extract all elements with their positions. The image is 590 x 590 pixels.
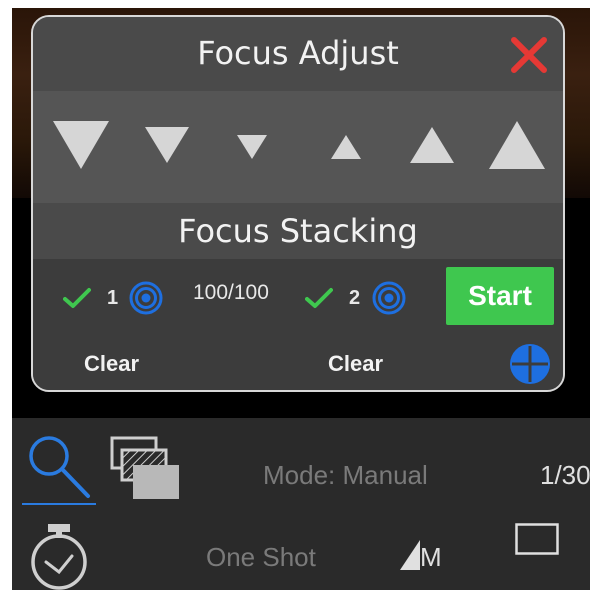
checkmark-icon [63, 288, 91, 308]
clear-point-1-button[interactable]: Clear [84, 351, 139, 377]
focus-step-row [33, 91, 563, 203]
camera-screen: Focus Adjust Focus Stacking 1 100/100 2 … [12, 8, 590, 590]
focus-target-icon[interactable] [129, 281, 163, 315]
triangle-up-medium-icon[interactable] [410, 127, 454, 163]
zoom-active-indicator [22, 503, 96, 505]
shutter-speed-value[interactable]: 1/30 [540, 460, 590, 491]
focus-target-icon[interactable] [372, 281, 406, 315]
drive-mode-label[interactable]: One Shot [206, 542, 316, 573]
focus-stacking-controls: 1 100/100 2 Start Clear Clear [33, 259, 563, 390]
focus-stacking-title: Focus Stacking [33, 203, 563, 259]
focus-panel: Focus Adjust Focus Stacking 1 100/100 2 … [31, 15, 565, 392]
stopwatch-icon[interactable] [28, 522, 90, 590]
start-button[interactable]: Start [446, 267, 554, 325]
focus-point-2-number: 2 [349, 287, 361, 309]
camera-toolbar: Mode: Manual 1/30 One Shot M [12, 418, 590, 590]
image-size-label[interactable]: M [420, 542, 442, 573]
image-size-icon[interactable] [400, 540, 420, 570]
triangle-up-large-icon[interactable] [489, 121, 545, 169]
clear-point-2-button[interactable]: Clear [328, 351, 383, 377]
triangle-down-medium-icon[interactable] [145, 127, 189, 163]
triangle-down-small-icon[interactable] [237, 135, 267, 159]
magnifier-icon[interactable] [26, 432, 92, 500]
stack-counter: 100/100 [193, 281, 269, 304]
triangle-down-large-icon[interactable] [53, 121, 109, 169]
triangle-up-small-icon[interactable] [331, 135, 361, 159]
add-crosshair-icon[interactable] [509, 343, 551, 385]
layered-frames-icon[interactable] [110, 436, 180, 506]
focus-adjust-title: Focus Adjust [33, 17, 563, 91]
aspect-frame-icon[interactable] [515, 523, 559, 555]
close-icon[interactable] [509, 35, 549, 75]
checkmark-icon [305, 288, 333, 308]
focus-point-1-number: 1 [107, 287, 119, 309]
mode-label[interactable]: Mode: Manual [263, 460, 428, 491]
